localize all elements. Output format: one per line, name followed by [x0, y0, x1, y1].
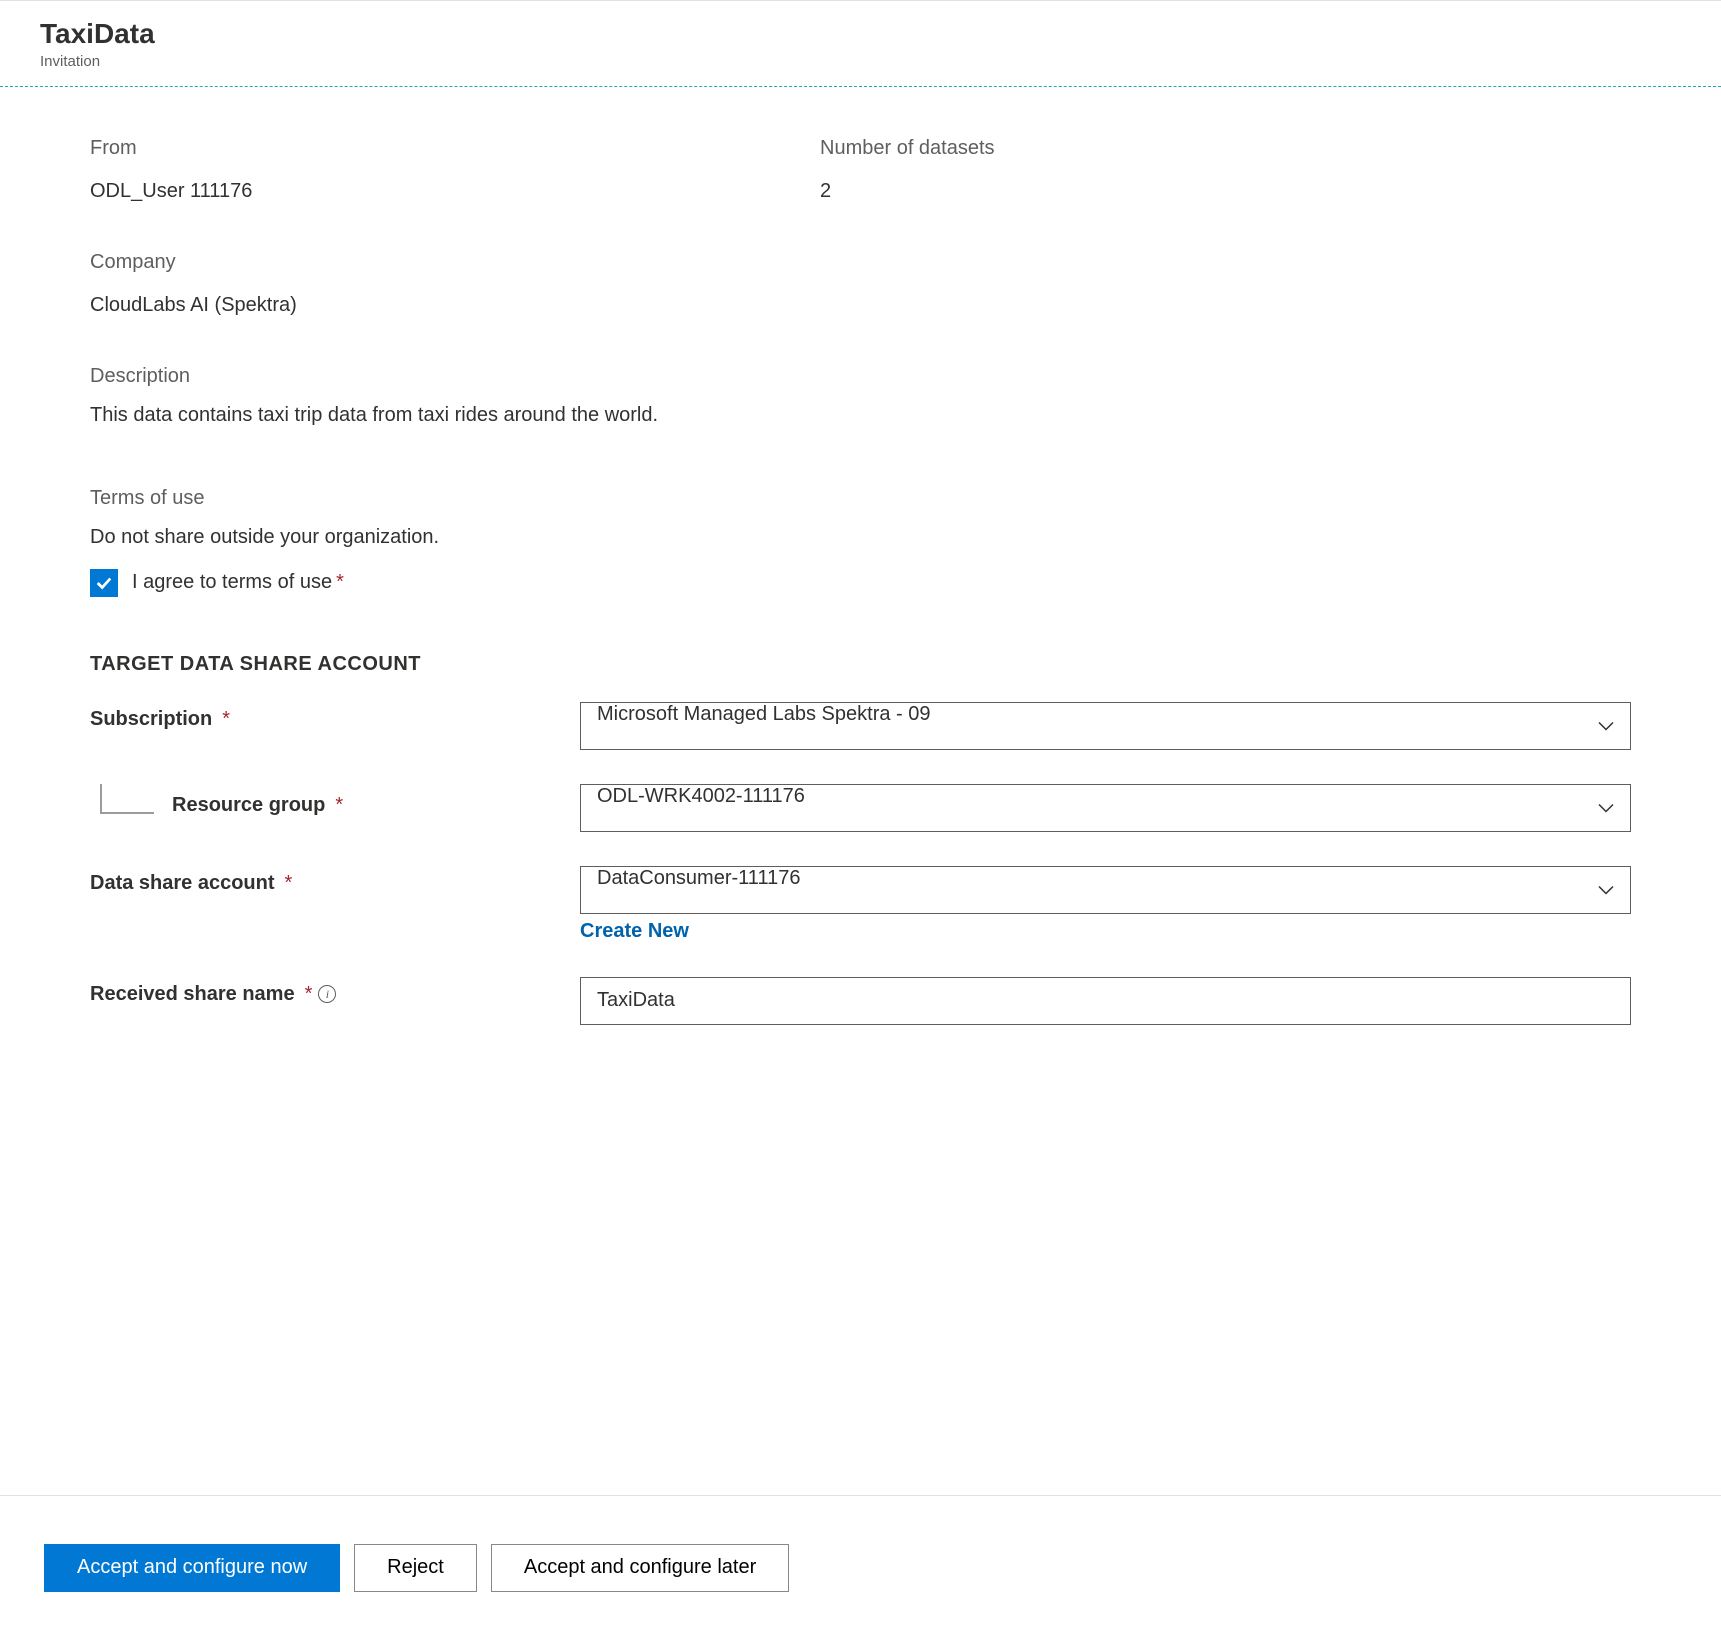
target-section-heading: TARGET DATA SHARE ACCOUNT: [90, 653, 1631, 676]
required-indicator: *: [285, 872, 293, 895]
received-share-name-input[interactable]: [580, 977, 1631, 1025]
data-share-account-label: Data share account *: [90, 866, 580, 895]
from-value: ODL_User 111176: [90, 180, 790, 203]
create-new-link[interactable]: Create New: [580, 920, 689, 943]
info-section: From ODL_User 111176 Number of datasets …: [90, 137, 1631, 427]
page-subtitle: Invitation: [40, 53, 1681, 70]
subscription-select[interactable]: Microsoft Managed Labs Spektra - 09: [580, 702, 1631, 750]
required-indicator: *: [305, 983, 313, 1006]
page-header: TaxiData Invitation: [0, 0, 1721, 80]
received-share-name-label: Received share name * i: [90, 977, 580, 1006]
description-value: This data contains taxi trip data from t…: [90, 404, 1631, 427]
page-title: TaxiData: [40, 17, 1681, 51]
footer-actions: Accept and configure now Reject Accept a…: [0, 1495, 1721, 1640]
terms-checkbox[interactable]: [90, 569, 118, 597]
resource-group-label: Resource group *: [90, 784, 580, 828]
subscription-value: Microsoft Managed Labs Spektra - 09: [580, 702, 1631, 750]
required-indicator: *: [335, 794, 343, 817]
company-block: Company CloudLabs AI (Spektra): [90, 251, 1631, 317]
terms-block: Terms of use Do not share outside your o…: [90, 487, 1631, 597]
datasets-label: Number of datasets: [820, 137, 1631, 160]
description-label: Description: [90, 365, 1631, 388]
spacer: [90, 1025, 1631, 1375]
info-icon[interactable]: i: [318, 985, 336, 1003]
resource-group-value: ODL-WRK4002-111176: [580, 784, 1631, 832]
subscription-label: Subscription *: [90, 702, 580, 731]
data-share-account-label-text: Data share account: [90, 872, 275, 895]
subscription-label-text: Subscription: [90, 708, 212, 731]
check-icon: [95, 574, 113, 592]
reject-button[interactable]: Reject: [354, 1544, 477, 1592]
data-share-account-field: DataConsumer-111176 Create New: [580, 866, 1631, 943]
from-label: From: [90, 137, 790, 160]
required-indicator: *: [336, 571, 344, 593]
data-share-account-select[interactable]: DataConsumer-111176: [580, 866, 1631, 914]
company-value: CloudLabs AI (Spektra): [90, 294, 1631, 317]
terms-text: Do not share outside your organization.: [90, 526, 1631, 549]
accept-configure-later-button[interactable]: Accept and configure later: [491, 1544, 789, 1592]
tree-indent-icon: [100, 784, 154, 814]
data-share-account-value: DataConsumer-111176: [580, 866, 1631, 914]
received-share-name-field: [580, 977, 1631, 1025]
accept-configure-now-button[interactable]: Accept and configure now: [44, 1544, 340, 1592]
resource-group-select[interactable]: ODL-WRK4002-111176: [580, 784, 1631, 832]
resource-group-label-text: Resource group: [172, 794, 325, 817]
terms-title: Terms of use: [90, 487, 1631, 510]
target-form: Subscription * Microsoft Managed Labs Spe…: [90, 702, 1631, 1025]
terms-checkbox-text: I agree to terms of use: [132, 571, 332, 593]
company-label: Company: [90, 251, 1631, 274]
terms-checkbox-label: I agree to terms of use*: [132, 571, 344, 594]
received-share-name-label-text: Received share name: [90, 983, 295, 1006]
from-block: From ODL_User 111176: [90, 137, 790, 203]
content-area: From ODL_User 111176 Number of datasets …: [0, 87, 1721, 1415]
terms-checkbox-row: I agree to terms of use*: [90, 569, 1631, 597]
description-block: Description This data contains taxi trip…: [90, 365, 1631, 427]
datasets-value: 2: [820, 180, 1631, 203]
datasets-block: Number of datasets 2: [820, 137, 1631, 203]
required-indicator: *: [222, 708, 230, 731]
